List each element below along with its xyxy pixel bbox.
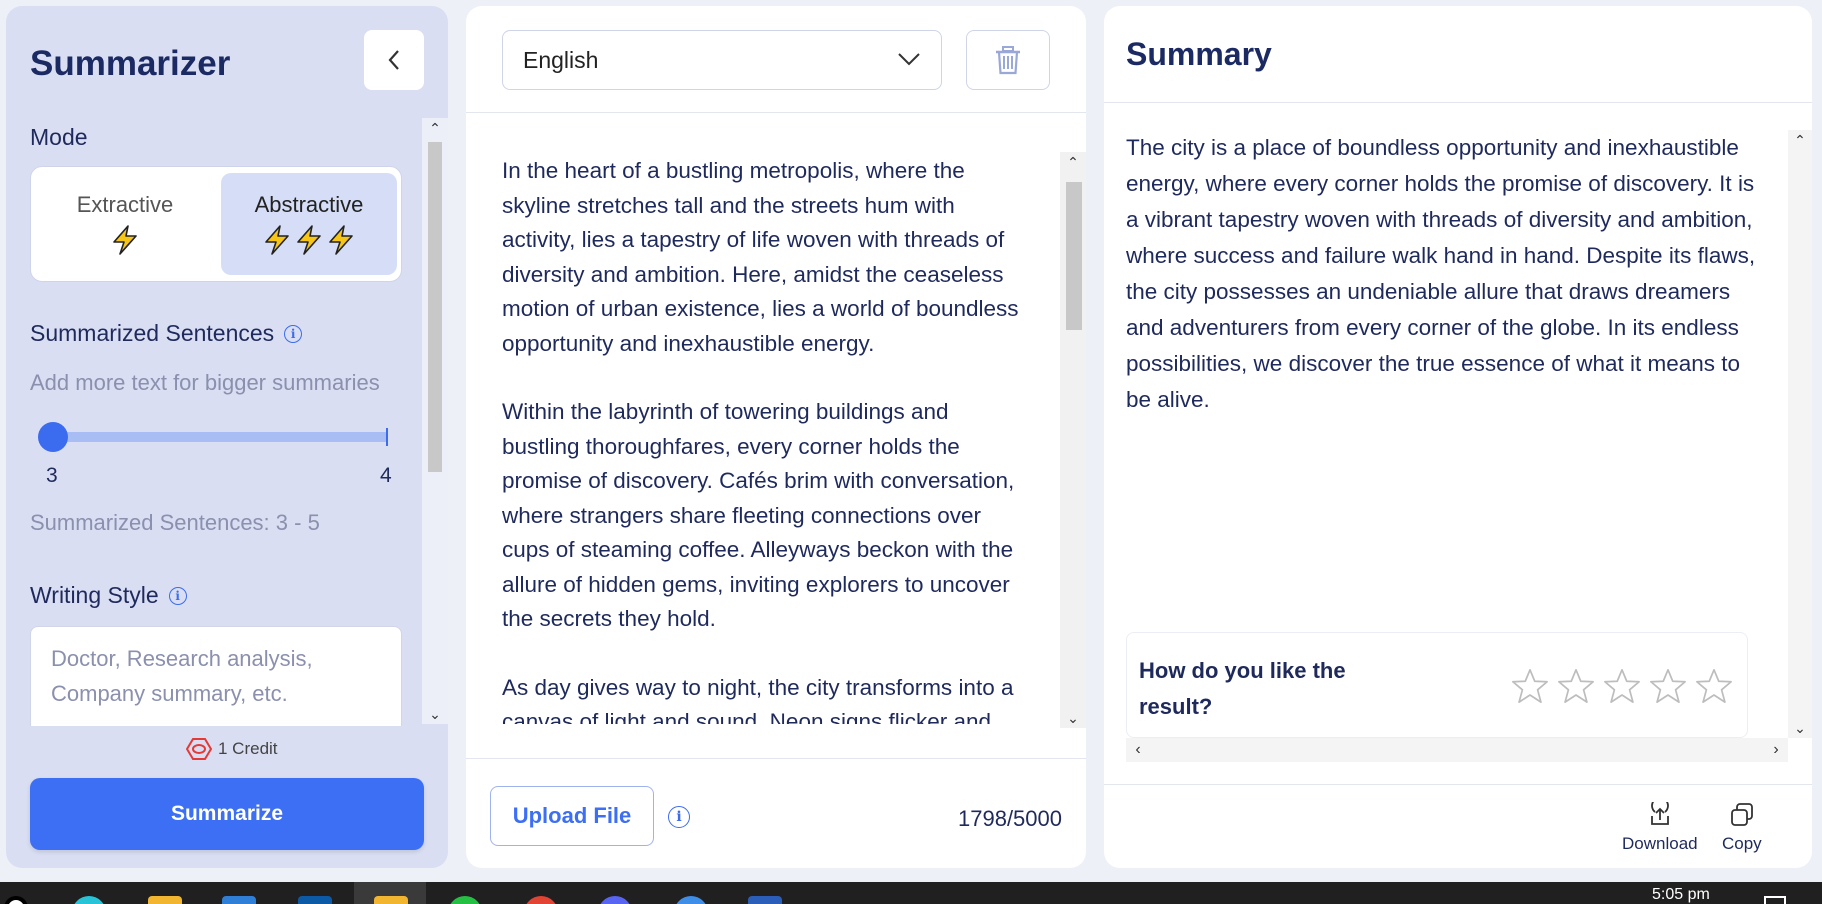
scroll-down-icon[interactable]: ⌄ (1060, 708, 1086, 728)
lightning-icon (329, 225, 353, 255)
chrome-icon[interactable] (524, 896, 558, 904)
sidebar: Summarizer ⌃ ⌄ Mode Extractive Abstracti… (6, 6, 448, 868)
slider-max-label: 4 (380, 464, 392, 487)
language-value: English (523, 46, 599, 73)
scroll-up-icon[interactable]: ⌃ (1060, 152, 1086, 172)
chevron-left-icon (388, 50, 399, 70)
summarized-range: Summarized Sentences: 3 - 5 (30, 510, 320, 535)
bolt-group (110, 224, 140, 256)
summary-title: Summary (1126, 36, 1272, 72)
lightning-icon (265, 225, 289, 255)
download-label: Download (1622, 834, 1698, 853)
credit-label: 1 Credit (218, 739, 278, 758)
app-title: Summarizer (30, 44, 231, 83)
collapse-sidebar-button[interactable] (364, 30, 424, 90)
taskbar: 5:05 pm (0, 882, 1822, 904)
slider-end-marker (386, 428, 388, 446)
output-panel: Summary The city is a place of boundless… (1104, 6, 1812, 868)
star-icon[interactable] (1557, 667, 1595, 705)
writing-style-input[interactable] (30, 626, 402, 726)
input-paragraph: As day gives way to night, the city tran… (502, 674, 1014, 725)
slider-min-label: 3 (46, 464, 58, 487)
file-explorer-icon[interactable] (374, 896, 408, 904)
character-count: 1798/5000 (958, 806, 1062, 831)
rating-question: How do you like the result? (1139, 658, 1346, 719)
scroll-thumb[interactable] (428, 142, 442, 472)
mode-abstractive[interactable]: Abstractive (221, 173, 397, 275)
input-scrollbar[interactable]: ⌃ ⌄ (1060, 152, 1086, 728)
mode-abstractive-label: Abstractive (254, 192, 364, 217)
scroll-down-icon[interactable]: ⌄ (422, 704, 448, 724)
app-icon[interactable] (674, 896, 708, 904)
star-icon[interactable] (1695, 667, 1733, 705)
input-panel: English In the heart of a bustling metro… (466, 6, 1086, 868)
divider (466, 758, 1086, 759)
star-icon[interactable] (1649, 667, 1687, 705)
upload-info[interactable]: i (668, 806, 690, 828)
divider (466, 112, 1086, 113)
sentences-slider-thumb[interactable] (38, 422, 68, 452)
word-icon[interactable] (748, 896, 782, 904)
bolt-group (262, 224, 356, 256)
divider (1104, 784, 1812, 785)
language-select[interactable]: English (502, 30, 942, 90)
mode-extractive-label: Extractive (76, 192, 174, 217)
copy-label: Copy (1722, 834, 1762, 853)
divider (1104, 102, 1812, 103)
trash-icon (996, 46, 1020, 75)
scroll-up-icon[interactable]: ⌃ (422, 118, 448, 138)
input-text-area[interactable]: In the heart of a bustling metropolis, w… (502, 154, 1032, 724)
info-icon[interactable]: i (284, 324, 303, 343)
scroll-up-icon[interactable]: ⌃ (1788, 130, 1812, 150)
star-icon[interactable] (1603, 667, 1641, 705)
summarized-sentences-heading: Summarized Sentences i (30, 320, 303, 347)
notification-icon[interactable] (1764, 896, 1786, 904)
input-paragraph: Within the labyrinth of towering buildin… (502, 399, 1015, 631)
summary-hint: Add more text for bigger summaries (30, 370, 380, 395)
writing-style-label: Writing Style (30, 582, 159, 608)
summary-text: The city is a place of boundless opportu… (1126, 135, 1756, 412)
download-icon (1650, 802, 1669, 825)
copy-icon (1730, 803, 1753, 826)
summarize-button[interactable]: Summarize (30, 778, 424, 850)
credit-coin-icon (186, 738, 212, 760)
chevron-down-icon (898, 53, 920, 66)
mode-label: Mode (30, 124, 88, 150)
sentences-slider-track[interactable] (50, 432, 388, 442)
summarized-sentences-label: Summarized Sentences (30, 320, 275, 346)
star-rating (1511, 667, 1733, 705)
store-icon[interactable] (222, 896, 256, 904)
writing-style-heading: Writing Style i (30, 582, 187, 609)
copy-button[interactable]: Copy (1722, 802, 1762, 854)
mode-selector: Extractive Abstractive (30, 166, 402, 282)
folder-icon[interactable] (148, 896, 182, 904)
search-icon[interactable] (4, 896, 28, 904)
mail-icon[interactable] (298, 896, 332, 904)
scroll-down-icon[interactable]: ⌄ (1788, 718, 1812, 738)
lightning-icon (297, 225, 321, 255)
clear-text-button[interactable] (966, 30, 1050, 90)
info-icon[interactable]: i (668, 806, 690, 828)
info-icon[interactable]: i (168, 586, 187, 605)
input-paragraph: In the heart of a bustling metropolis, w… (502, 158, 1019, 356)
output-horizontal-scrollbar[interactable]: ‹ › (1126, 738, 1788, 762)
lightning-icon (113, 225, 137, 255)
upload-file-button[interactable]: Upload File (490, 786, 654, 846)
scroll-left-icon[interactable]: ‹ (1128, 738, 1148, 762)
credit-indicator: 1 Credit (186, 738, 278, 760)
discord-icon[interactable] (598, 896, 632, 904)
mode-extractive[interactable]: Extractive (37, 173, 213, 275)
sidebar-scrollbar[interactable]: ⌃ ⌄ (422, 118, 448, 724)
clock: 5:05 pm (1652, 886, 1710, 903)
output-scrollbar[interactable]: ⌃ ⌄ (1788, 130, 1812, 738)
download-button[interactable]: Download (1622, 802, 1698, 854)
whatsapp-icon[interactable] (448, 896, 482, 904)
star-icon[interactable] (1511, 667, 1549, 705)
rating-box: How do you like the result? (1126, 632, 1748, 738)
browser-app-icon[interactable] (72, 896, 106, 904)
scroll-thumb[interactable] (1066, 182, 1082, 330)
scroll-right-icon[interactable]: › (1766, 738, 1786, 762)
